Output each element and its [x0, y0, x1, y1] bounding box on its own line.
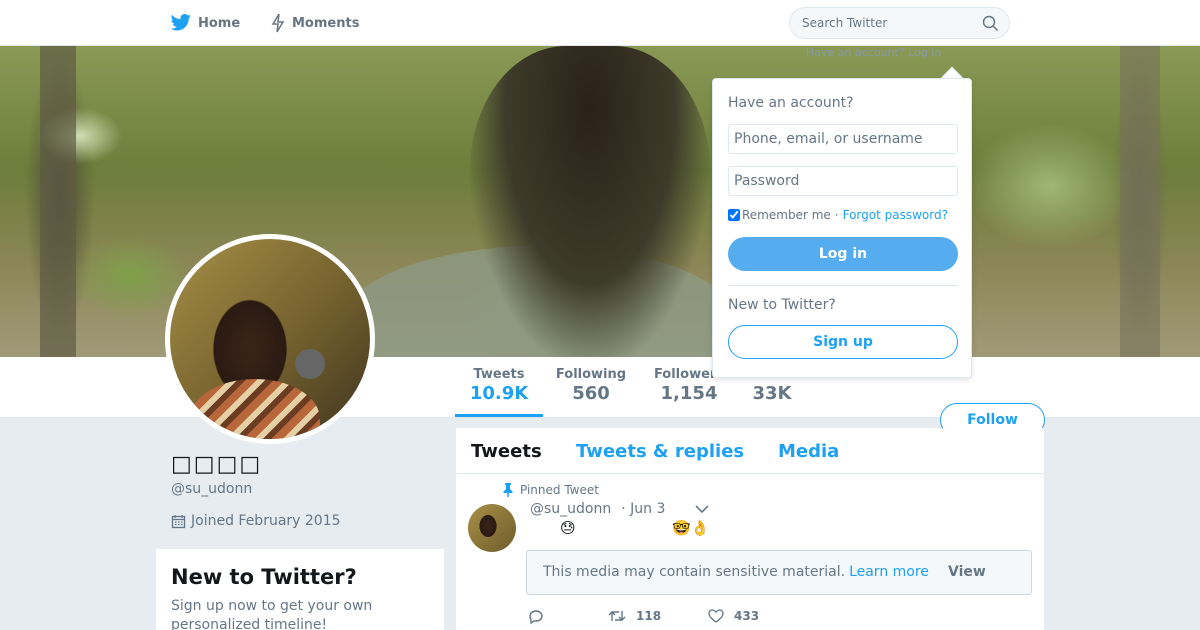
stat-tweets-label: Tweets: [473, 367, 525, 382]
retweet-icon: [608, 611, 626, 621]
stat-following[interactable]: Following 560: [554, 367, 628, 404]
stat-tweets-value: 10.9K: [469, 383, 529, 404]
new-to-twitter-heading: New to Twitter?: [728, 297, 836, 313]
profile-joined: Joined February 2015: [171, 513, 341, 529]
login-heading: Have an account?: [728, 95, 854, 111]
login-button[interactable]: Log in: [728, 237, 958, 271]
search-box: [789, 7, 1010, 39]
stat-tweets[interactable]: Tweets 10.9K: [456, 367, 542, 404]
remember-label[interactable]: Remember me: [742, 208, 831, 222]
pinned-indicator: Pinned Tweet: [502, 483, 599, 497]
pinned-label: Pinned Tweet: [520, 483, 599, 497]
signup-promo-text: Sign up now to get your own personalized…: [171, 598, 373, 630]
like-icon: [708, 609, 724, 623]
search-input[interactable]: [802, 16, 972, 30]
username-field[interactable]: [728, 124, 958, 154]
moments-bolt-icon: [271, 13, 285, 33]
timeline-tabs: Tweets Tweets & replies Media: [456, 428, 1044, 474]
signup-button[interactable]: Sign up: [728, 325, 958, 359]
stat-followers-value: 1,154: [660, 383, 718, 404]
pin-icon: [503, 483, 513, 497]
search-icon[interactable]: [982, 15, 999, 32]
sensitive-message-text: This media may contain sensitive materia…: [543, 564, 846, 580]
view-media-button[interactable]: View: [948, 564, 986, 580]
stat-likes-value: 33K: [752, 383, 792, 404]
profile-handle[interactable]: @su_udonn: [171, 481, 252, 497]
stat-following-label: Following: [555, 367, 627, 382]
top-nav: Home Moments: [0, 0, 1200, 46]
tab-tweets-and-replies[interactable]: Tweets & replies: [576, 441, 744, 462]
tab-media[interactable]: Media: [778, 441, 839, 462]
sensitive-media-notice: This media may contain sensitive materia…: [526, 550, 1032, 595]
signup-promo-card: New to Twitter? Sign up now to get your …: [156, 549, 444, 630]
profile-joined-text: Joined February 2015: [191, 513, 341, 529]
retweet-button[interactable]: 118: [608, 609, 661, 623]
chevron-down-icon[interactable]: [695, 504, 709, 514]
profile-avatar[interactable]: [165, 234, 375, 444]
remember-row: Remember me · Forgot password?: [728, 208, 948, 222]
reply-button[interactable]: [528, 609, 554, 625]
learn-more-link[interactable]: Learn more: [849, 564, 929, 580]
remember-separator: ·: [834, 208, 839, 222]
like-button[interactable]: 433: [708, 609, 759, 623]
nav-home[interactable]: Home: [170, 0, 240, 46]
signup-promo-title: New to Twitter?: [171, 565, 357, 589]
sensitive-message: This media may contain sensitive materia…: [543, 564, 929, 580]
password-field[interactable]: [728, 166, 958, 196]
timeline: Tweets Tweets & replies Media Pinned Twe…: [456, 428, 1044, 630]
stat-following-value: 560: [572, 383, 610, 404]
nav-moments[interactable]: Moments: [270, 0, 359, 46]
mini-login-link[interactable]: Have an account? Log in: [806, 46, 941, 59]
login-dropdown: Have an account? Remember me · Forgot pa…: [712, 78, 972, 378]
tweet-emoji-a: 😓: [560, 519, 576, 537]
nav-home-label: Home: [198, 15, 241, 31]
nav-moments-label: Moments: [292, 15, 360, 31]
tweet-header: @su_udonn · Jun 3: [530, 501, 709, 517]
twitter-bird-icon: [170, 14, 191, 31]
tab-tweets[interactable]: Tweets: [471, 441, 542, 462]
reply-icon: [529, 610, 543, 625]
tweet-actions: 118 433: [528, 609, 828, 629]
forgot-password-link[interactable]: Forgot password?: [843, 208, 948, 222]
remember-checkbox[interactable]: [728, 209, 740, 221]
calendar-icon: [171, 514, 186, 528]
tweet-handle[interactable]: @su_udonn: [530, 501, 611, 517]
active-tab-indicator: [455, 414, 543, 417]
retweet-count: 118: [636, 609, 662, 623]
login-divider: [728, 285, 958, 286]
tweet-avatar[interactable]: [468, 504, 516, 552]
profile-display-name[interactable]: □□□□: [171, 452, 262, 477]
tweet-emoji-b: 🤓👌: [672, 519, 710, 537]
like-count: 433: [734, 609, 760, 623]
tweet-date[interactable]: · Jun 3: [621, 501, 665, 517]
